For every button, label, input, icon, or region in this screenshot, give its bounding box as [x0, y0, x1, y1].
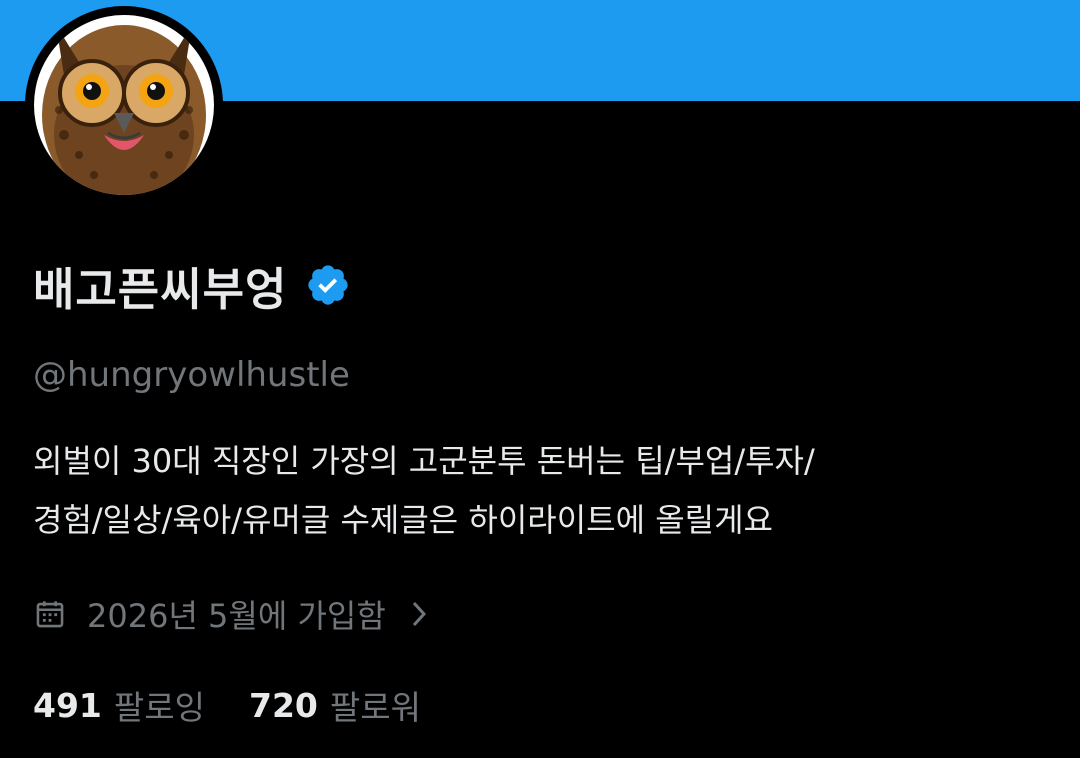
- profile-bio: 외벌이 30대 직장인 가장의 고군분투 돈버는 팁/부업/투자/ 경험/일상/…: [33, 432, 1053, 550]
- follow-stats: 491 팔로잉 720 팔로워: [33, 680, 465, 730]
- owl-avatar-image: [34, 15, 214, 195]
- display-name: 배고픈씨부엉: [33, 262, 288, 316]
- bio-line: 외벌이 30대 직장인 가장의 고군분투 돈버는 팁/부업/투자/: [33, 442, 815, 480]
- avatar[interactable]: [25, 6, 223, 204]
- following-count: 491: [33, 685, 102, 725]
- followers-link[interactable]: 720 팔로워: [249, 681, 421, 729]
- calendar-icon: [33, 597, 67, 631]
- verified-badge-icon[interactable]: [305, 262, 351, 308]
- followers-label: 팔로워: [329, 688, 421, 727]
- following-link[interactable]: 491 팔로잉: [33, 681, 205, 729]
- user-handle: @hungryowlhustle: [33, 355, 350, 395]
- joined-text: 2026년 5월에 가입함: [87, 597, 386, 635]
- following-label: 팔로잉: [113, 688, 205, 727]
- owl-icon: [42, 25, 206, 195]
- joined-date[interactable]: 2026년 5월에 가입함: [33, 587, 430, 641]
- followers-count: 720: [248, 685, 318, 725]
- chevron-right-icon[interactable]: [408, 597, 430, 631]
- bio-line: 경험/일상/육아/유머글 수제글은 하이라이트에 올릴게요: [33, 501, 773, 539]
- display-name-row: 배고픈씨부엉: [33, 250, 351, 320]
